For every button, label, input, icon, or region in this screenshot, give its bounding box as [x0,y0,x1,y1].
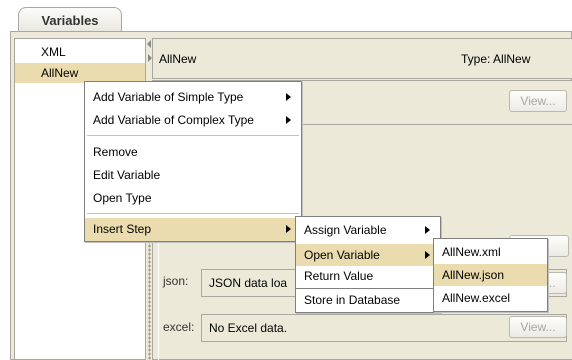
menu-separator [87,213,299,215]
menu-allnew-excel[interactable]: AllNew.excel [434,287,547,309]
variable-name: AllNew [159,52,197,66]
menu-item-label: Open Variable [304,248,380,262]
variable-type: Type: AllNew [461,52,531,66]
splitter-grip-icon [148,240,151,360]
menu-return-value[interactable]: Return Value [296,265,440,287]
submenu-arrow-icon [286,93,291,101]
json-label: json: [163,274,189,288]
menu-insert-step[interactable]: Insert Step [85,218,301,241]
collapse-left-icon[interactable] [147,40,151,48]
view-button[interactable]: View... [509,90,567,112]
menu-add-complex-variable[interactable]: Add Variable of Complex Type [85,109,301,132]
insert-step-submenu-tail: Store in Database [295,289,441,313]
menu-edit-variable[interactable]: Edit Variable [85,164,301,187]
tree-item-allnew[interactable]: AllNew [15,63,145,83]
menu-item-label: Assign Variable [304,223,387,237]
excel-view-button[interactable]: View... [509,316,567,338]
submenu-arrow-icon [425,226,430,234]
menu-allnew-json[interactable]: AllNew.json [434,264,547,286]
menu-item-label: Insert Step [93,222,152,236]
tab-variables[interactable]: Variables [18,7,122,32]
context-menu: Add Variable of Simple Type Add Variable… [84,81,302,242]
menu-add-simple-variable[interactable]: Add Variable of Simple Type [85,86,301,109]
open-variable-submenu: AllNew.xml AllNew.json AllNew.excel [433,238,548,312]
menu-item-label: Add Variable of Complex Type [93,113,254,127]
tree-item-xml[interactable]: XML [15,42,145,62]
menu-separator [87,135,299,137]
menu-remove[interactable]: Remove [85,141,301,164]
insert-step-submenu: Assign Variable Open Variable Return Val… [295,216,441,289]
menu-open-variable[interactable]: Open Variable [296,244,440,266]
menu-store-in-database[interactable]: Store in Database [296,289,440,311]
submenu-arrow-icon [286,116,291,124]
submenu-arrow-icon [425,251,430,259]
menu-assign-variable[interactable]: Assign Variable [296,219,440,242]
menu-allnew-xml[interactable]: AllNew.xml [434,241,547,263]
menu-open-type[interactable]: Open Type [85,187,301,210]
excel-label: excel: [163,320,195,334]
submenu-arrow-icon [286,225,291,233]
menu-item-label: Add Variable of Simple Type [93,90,244,104]
